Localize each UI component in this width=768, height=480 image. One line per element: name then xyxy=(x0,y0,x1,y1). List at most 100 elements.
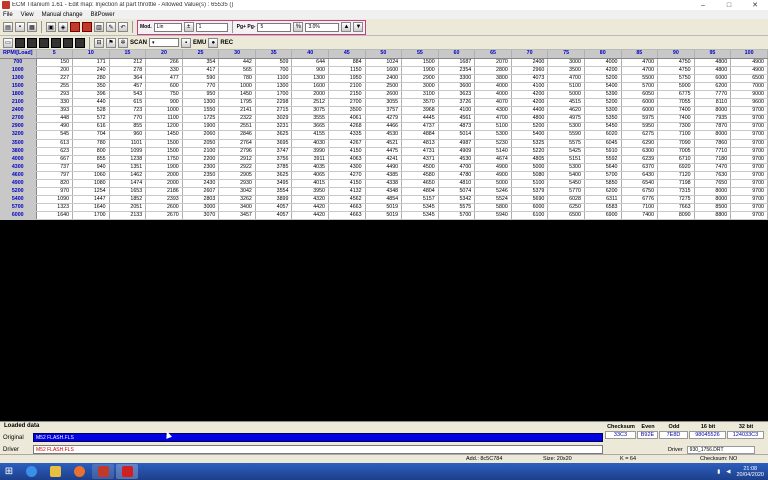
map-cell[interactable]: 4150 xyxy=(328,147,366,156)
map-cell[interactable]: 280 xyxy=(72,74,110,83)
map-cell[interactable]: 4900 xyxy=(474,171,512,181)
map-cell[interactable]: 7300 xyxy=(657,122,695,132)
map-cell[interactable]: 6900 xyxy=(584,211,622,221)
map-cell[interactable]: 900 xyxy=(145,98,183,108)
map-cell[interactable]: 6500 xyxy=(730,74,768,83)
map-cell[interactable]: 6050 xyxy=(621,90,659,100)
map-cell[interactable]: 1150 xyxy=(328,66,366,75)
map-cell[interactable]: 509 xyxy=(255,58,293,67)
map-cell[interactable]: 4057 xyxy=(255,211,293,221)
map-cell[interactable]: 6000 xyxy=(621,98,659,108)
map-cell[interactable]: 212 xyxy=(109,58,147,67)
map-cell[interactable]: 1254 xyxy=(72,187,110,197)
flag-icon[interactable]: ⚑ xyxy=(106,37,116,48)
map-cell[interactable]: 3000 xyxy=(547,58,585,67)
map-cell[interactable]: 396 xyxy=(72,90,110,100)
map-cell[interactable]: 5400 xyxy=(584,82,622,91)
map-cell[interactable]: 6540 xyxy=(621,179,659,189)
map-cell[interactable]: 565 xyxy=(218,66,256,75)
map-cell[interactable]: 354 xyxy=(182,58,220,67)
map-cell[interactable]: 1725 xyxy=(182,114,220,124)
map-cell[interactable]: 3756 xyxy=(255,155,293,164)
map-cell[interactable]: 9700 xyxy=(730,139,768,148)
map-cell[interactable]: 3042 xyxy=(218,187,256,197)
fields-icon[interactable]: ⊟ xyxy=(94,37,104,48)
map-cell[interactable]: 1300 xyxy=(291,74,329,83)
map-cell[interactable]: 1700 xyxy=(255,90,293,100)
map-cell[interactable]: 644 xyxy=(291,58,329,67)
map-cell[interactable]: 6370 xyxy=(621,163,659,172)
map-cell[interactable]: 5940 xyxy=(474,211,512,221)
copy-icon[interactable] xyxy=(27,37,37,48)
map-cell[interactable]: 3070 xyxy=(182,211,220,221)
percent-input[interactable]: 3.0% xyxy=(305,22,340,32)
map-cell[interactable]: 1500 xyxy=(145,139,183,148)
map-cell[interactable]: 6000 xyxy=(621,106,659,116)
map-cell[interactable]: 1500 xyxy=(401,58,439,67)
map-cell[interactable]: 5450 xyxy=(547,179,585,189)
map-cell[interactable]: 1950 xyxy=(328,74,366,83)
map-cell[interactable]: 1600 xyxy=(365,66,403,75)
map-cell[interactable]: 6275 xyxy=(621,130,659,140)
map-cell[interactable]: 457 xyxy=(109,82,147,91)
map-cell[interactable]: 4030 xyxy=(291,139,329,148)
map-cell[interactable]: 3000 xyxy=(182,203,220,213)
map-cell[interactable]: 4200 xyxy=(511,90,549,100)
map-cell[interactable]: 3554 xyxy=(255,187,293,197)
map-cell[interactable]: 4420 xyxy=(291,203,329,213)
import-icon[interactable] xyxy=(75,37,85,48)
map-cell[interactable]: 1300 xyxy=(255,82,293,91)
open-icon[interactable]: ▤ xyxy=(3,22,13,32)
map-cell[interactable]: 2912 xyxy=(218,155,256,164)
map-cell[interactable]: 4268 xyxy=(328,122,366,132)
map-cell[interactable]: 9700 xyxy=(730,122,768,132)
map-cell[interactable]: 1101 xyxy=(109,139,147,148)
map-cell[interactable]: 2322 xyxy=(218,114,256,124)
map-cell[interactable]: 7198 xyxy=(657,179,695,189)
map-cell[interactable]: 3623 xyxy=(438,90,476,100)
map-cell[interactable]: 6775 xyxy=(657,90,695,100)
step-input[interactable]: 1 xyxy=(195,22,228,32)
map-cell[interactable]: 5200 xyxy=(584,98,622,108)
map-cell[interactable]: 9700 xyxy=(730,187,768,197)
map-cell[interactable]: 4810 xyxy=(438,179,476,189)
map-cell[interactable]: 2050 xyxy=(182,139,220,148)
map-cell[interactable]: 4371 xyxy=(401,155,439,164)
map-cell[interactable]: 4987 xyxy=(438,139,476,148)
map-cell[interactable]: 393 xyxy=(36,106,74,116)
map-cell[interactable]: 970 xyxy=(36,187,74,197)
map-cell[interactable]: 1462 xyxy=(109,171,147,181)
map-cell[interactable]: 278 xyxy=(109,66,147,75)
scan-label[interactable]: SCAN xyxy=(130,40,147,46)
map-cell[interactable]: 613 xyxy=(36,139,74,148)
map-cell[interactable]: 3055 xyxy=(365,98,403,108)
map-cell[interactable]: 1900 xyxy=(145,163,183,172)
map-cell[interactable]: 4700 xyxy=(547,74,585,83)
map-cell[interactable]: 7005 xyxy=(657,147,695,156)
map-cell[interactable]: 4884 xyxy=(401,130,439,140)
map-cell[interactable]: 4155 xyxy=(291,130,329,140)
map-cell[interactable]: 7400 xyxy=(657,114,695,124)
map-cell[interactable]: 900 xyxy=(291,66,329,75)
network-icon[interactable]: ▮ xyxy=(717,469,720,475)
map-cell[interactable]: 4805 xyxy=(511,155,549,164)
map-cell[interactable]: 4515 xyxy=(547,98,585,108)
map-cell[interactable]: 704 xyxy=(72,130,110,140)
emu-icon[interactable]: ▪ xyxy=(181,37,192,48)
percent-icon[interactable]: % xyxy=(293,22,304,32)
map-cell[interactable]: 6250 xyxy=(547,203,585,213)
map-cell[interactable]: 4348 xyxy=(365,187,403,197)
folder-taskbar-icon[interactable] xyxy=(44,464,66,479)
map-cell[interactable]: 2354 xyxy=(438,66,476,75)
map-cell[interactable]: 2846 xyxy=(218,130,256,140)
map-cell[interactable]: 5910 xyxy=(584,147,622,156)
map-cell[interactable]: 3500 xyxy=(328,106,366,116)
map-cell[interactable]: 6710 xyxy=(657,155,695,164)
map-cell[interactable]: 3899 xyxy=(255,195,293,205)
map-cell[interactable]: 6239 xyxy=(621,155,659,164)
map-cell[interactable]: 4015 xyxy=(291,179,329,189)
map-cell[interactable]: 590 xyxy=(182,74,220,83)
map-cell[interactable]: 5750 xyxy=(657,74,695,83)
map-cell[interactable]: 6200 xyxy=(694,82,732,91)
map-cell[interactable]: 623 xyxy=(36,147,74,156)
